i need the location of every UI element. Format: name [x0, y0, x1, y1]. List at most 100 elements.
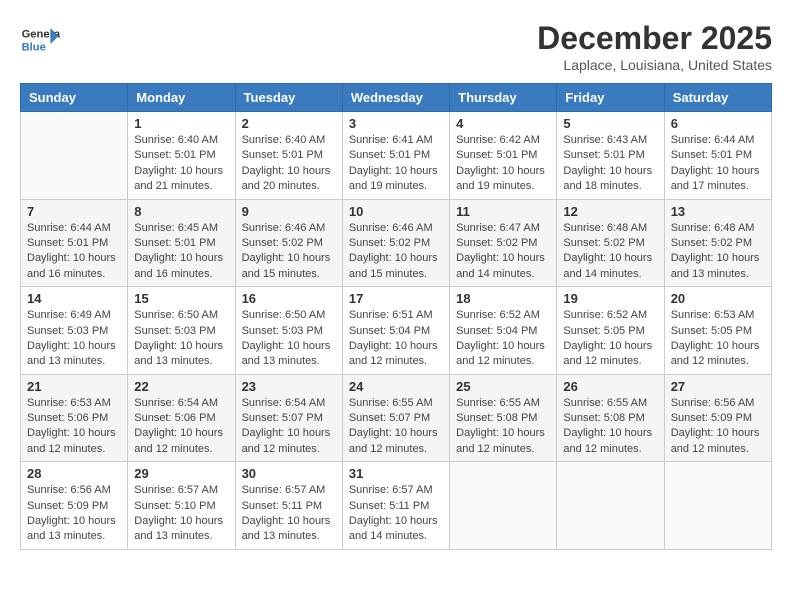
sunrise-text: Sunrise: 6:43 AM	[563, 133, 657, 148]
sunset-text: Sunset: 5:02 PM	[563, 236, 657, 251]
day-info: Sunrise: 6:44 AMSunset: 5:01 PMDaylight:…	[671, 133, 765, 195]
calendar-day-cell: 30Sunrise: 6:57 AMSunset: 5:11 PMDayligh…	[235, 462, 342, 550]
day-number: 5	[563, 116, 657, 131]
daylight-text: Daylight: 10 hours and 13 minutes.	[134, 514, 228, 545]
header-monday: Monday	[128, 84, 235, 112]
daylight-text: Daylight: 10 hours and 14 minutes.	[349, 514, 443, 545]
day-info: Sunrise: 6:48 AMSunset: 5:02 PMDaylight:…	[563, 221, 657, 283]
location-title: Laplace, Louisiana, United States	[537, 57, 772, 73]
sunset-text: Sunset: 5:05 PM	[671, 324, 765, 339]
sunset-text: Sunset: 5:01 PM	[456, 148, 550, 163]
logo: General Blue	[20, 20, 60, 60]
calendar-day-cell: 28Sunrise: 6:56 AMSunset: 5:09 PMDayligh…	[21, 462, 128, 550]
calendar-day-cell: 31Sunrise: 6:57 AMSunset: 5:11 PMDayligh…	[342, 462, 449, 550]
daylight-text: Daylight: 10 hours and 12 minutes.	[671, 426, 765, 457]
day-info: Sunrise: 6:54 AMSunset: 5:06 PMDaylight:…	[134, 396, 228, 458]
day-number: 15	[134, 291, 228, 306]
sunset-text: Sunset: 5:02 PM	[242, 236, 336, 251]
day-number: 28	[27, 466, 121, 481]
sunrise-text: Sunrise: 6:50 AM	[242, 308, 336, 323]
sunset-text: Sunset: 5:09 PM	[671, 411, 765, 426]
sunset-text: Sunset: 5:01 PM	[134, 148, 228, 163]
calendar-day-cell	[450, 462, 557, 550]
daylight-text: Daylight: 10 hours and 15 minutes.	[242, 251, 336, 282]
title-section: December 2025 Laplace, Louisiana, United…	[537, 20, 772, 73]
sunset-text: Sunset: 5:02 PM	[349, 236, 443, 251]
sunrise-text: Sunrise: 6:48 AM	[563, 221, 657, 236]
calendar-day-cell: 6Sunrise: 6:44 AMSunset: 5:01 PMDaylight…	[664, 112, 771, 200]
daylight-text: Daylight: 10 hours and 12 minutes.	[349, 339, 443, 370]
calendar-day-cell: 5 Sunrise: 6:43 AMSunset: 5:01 PMDaylight…	[557, 112, 664, 200]
sunrise-text: Sunrise: 6:57 AM	[242, 483, 336, 498]
day-info: Sunrise: 6:45 AMSunset: 5:01 PMDaylight:…	[134, 221, 228, 283]
calendar-day-cell	[21, 112, 128, 200]
daylight-text: Daylight: 10 hours and 13 minutes.	[134, 339, 228, 370]
day-info: Sunrise: 6:53 AMSunset: 5:06 PMDaylight:…	[27, 396, 121, 458]
calendar-week-row: 7Sunrise: 6:44 AMSunset: 5:01 PMDaylight…	[21, 199, 772, 287]
sunset-text: Sunset: 5:08 PM	[456, 411, 550, 426]
daylight-text: Daylight: 10 hours and 16 minutes.	[27, 251, 121, 282]
sunrise-text: Sunrise: 6:45 AM	[134, 221, 228, 236]
day-number: 14	[27, 291, 121, 306]
sunrise-text: Sunrise: 6:47 AM	[456, 221, 550, 236]
daylight-text: Daylight: 10 hours and 19 minutes.	[456, 164, 550, 195]
sunset-text: Sunset: 5:06 PM	[27, 411, 121, 426]
calendar-table: SundayMondayTuesdayWednesdayThursdayFrid…	[20, 83, 772, 550]
calendar-day-cell: 2Sunrise: 6:40 AMSunset: 5:01 PMDaylight…	[235, 112, 342, 200]
sunset-text: Sunset: 5:07 PM	[242, 411, 336, 426]
sunset-text: Sunset: 5:01 PM	[134, 236, 228, 251]
calendar-day-cell: 15Sunrise: 6:50 AMSunset: 5:03 PMDayligh…	[128, 287, 235, 375]
daylight-text: Daylight: 10 hours and 17 minutes.	[671, 164, 765, 195]
sunrise-text: Sunrise: 6:57 AM	[349, 483, 443, 498]
calendar-day-cell: 25Sunrise: 6:55 AMSunset: 5:08 PMDayligh…	[450, 374, 557, 462]
calendar-day-cell: 8Sunrise: 6:45 AMSunset: 5:01 PMDaylight…	[128, 199, 235, 287]
day-number: 2	[242, 116, 336, 131]
daylight-text: Daylight: 10 hours and 18 minutes.	[563, 164, 657, 195]
sunrise-text: Sunrise: 6:53 AM	[27, 396, 121, 411]
day-info: Sunrise: 6:54 AMSunset: 5:07 PMDaylight:…	[242, 396, 336, 458]
calendar-day-cell: 18Sunrise: 6:52 AMSunset: 5:04 PMDayligh…	[450, 287, 557, 375]
day-number: 27	[671, 379, 765, 394]
sunrise-text: Sunrise: 6:40 AM	[242, 133, 336, 148]
daylight-text: Daylight: 10 hours and 13 minutes.	[242, 339, 336, 370]
day-info: Sunrise: 6:52 AMSunset: 5:04 PMDaylight:…	[456, 308, 550, 370]
sunrise-text: Sunrise: 6:55 AM	[563, 396, 657, 411]
day-number: 21	[27, 379, 121, 394]
sunset-text: Sunset: 5:11 PM	[242, 499, 336, 514]
sunset-text: Sunset: 5:01 PM	[349, 148, 443, 163]
day-info: Sunrise: 6:57 AMSunset: 5:10 PMDaylight:…	[134, 483, 228, 545]
day-info: Sunrise: 6:55 AMSunset: 5:07 PMDaylight:…	[349, 396, 443, 458]
sunset-text: Sunset: 5:04 PM	[456, 324, 550, 339]
day-info: Sunrise: 6:55 AMSunset: 5:08 PMDaylight:…	[456, 396, 550, 458]
sunset-text: Sunset: 5:03 PM	[242, 324, 336, 339]
sunset-text: Sunset: 5:09 PM	[27, 499, 121, 514]
day-number: 20	[671, 291, 765, 306]
sunset-text: Sunset: 5:01 PM	[27, 236, 121, 251]
daylight-text: Daylight: 10 hours and 12 minutes.	[671, 339, 765, 370]
calendar-day-cell: 16 Sunrise: 6:50 AMSunset: 5:03 PMDayligh…	[235, 287, 342, 375]
calendar-day-cell: 11Sunrise: 6:47 AMSunset: 5:02 PMDayligh…	[450, 199, 557, 287]
day-info: Sunrise: 6:46 AMSunset: 5:02 PMDaylight:…	[349, 221, 443, 283]
day-number: 29	[134, 466, 228, 481]
day-number: 12	[563, 204, 657, 219]
sunset-text: Sunset: 5:07 PM	[349, 411, 443, 426]
sunset-text: Sunset: 5:01 PM	[671, 148, 765, 163]
day-number: 16	[242, 291, 336, 306]
day-info: Sunrise: 6:43 AMSunset: 5:01 PMDaylight:…	[563, 133, 657, 195]
sunrise-text: Sunrise: 6:50 AM	[134, 308, 228, 323]
sunrise-text: Sunrise: 6:52 AM	[456, 308, 550, 323]
day-number: 30	[242, 466, 336, 481]
day-info: Sunrise: 6:50 AMSunset: 5:03 PMDaylight:…	[242, 308, 336, 370]
day-info: Sunrise: 6:46 AMSunset: 5:02 PMDaylight:…	[242, 221, 336, 283]
sunrise-text: Sunrise: 6:48 AM	[671, 221, 765, 236]
calendar-day-cell: 14Sunrise: 6:49 AMSunset: 5:03 PMDayligh…	[21, 287, 128, 375]
sunrise-text: Sunrise: 6:51 AM	[349, 308, 443, 323]
daylight-text: Daylight: 10 hours and 13 minutes.	[27, 339, 121, 370]
sunrise-text: Sunrise: 6:52 AM	[563, 308, 657, 323]
day-number: 24	[349, 379, 443, 394]
logo-icon: General Blue	[20, 20, 60, 60]
day-info: Sunrise: 6:40 AMSunset: 5:01 PMDaylight:…	[134, 133, 228, 195]
calendar-day-cell	[557, 462, 664, 550]
daylight-text: Daylight: 10 hours and 13 minutes.	[671, 251, 765, 282]
calendar-day-cell: 3Sunrise: 6:41 AMSunset: 5:01 PMDaylight…	[342, 112, 449, 200]
